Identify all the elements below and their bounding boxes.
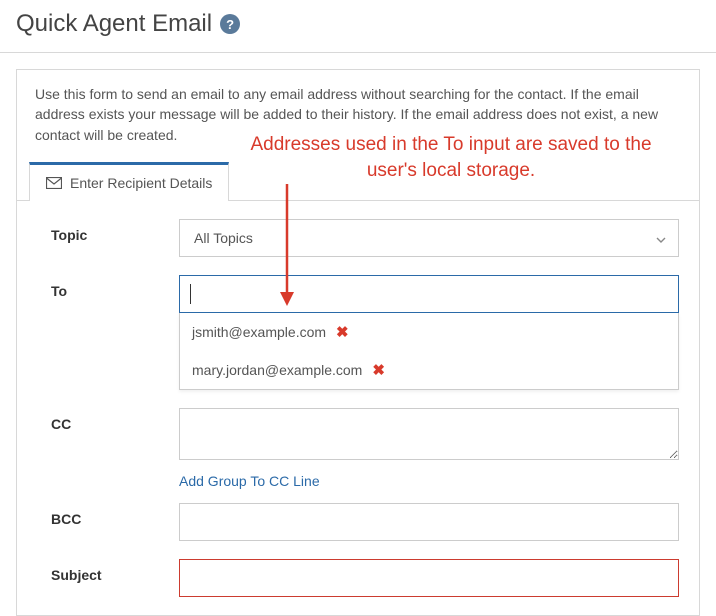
row-cc: CC xyxy=(51,408,679,463)
page-header: Quick Agent Email ? xyxy=(0,0,716,53)
page-title-text: Quick Agent Email xyxy=(16,10,212,38)
row-bcc: BCC xyxy=(51,503,679,541)
label-topic: Topic xyxy=(51,219,179,243)
close-icon[interactable]: ✖ xyxy=(372,361,385,379)
row-topic: Topic All Topics xyxy=(51,219,679,257)
to-suggestions: jsmith@example.com ✖ mary.jordan@example… xyxy=(179,313,679,390)
text-cursor xyxy=(190,284,191,304)
to-input[interactable] xyxy=(179,275,679,313)
row-to: To jsmith@example.com ✖ mary.jordan@exam… xyxy=(51,275,679,390)
tab-recipient-details[interactable]: Enter Recipient Details xyxy=(29,162,229,201)
suggestion-email: jsmith@example.com xyxy=(192,324,326,340)
tab-bar: Enter Recipient Details xyxy=(17,161,699,201)
add-group-cc-link[interactable]: Add Group To CC Line xyxy=(179,473,320,489)
row-cc-link: Add Group To CC Line xyxy=(51,469,679,489)
suggestion-item[interactable]: mary.jordan@example.com ✖ xyxy=(180,351,678,389)
envelope-icon xyxy=(46,177,62,189)
subject-input[interactable] xyxy=(179,559,679,597)
form-area: Topic All Topics To jsmith@example.com xyxy=(17,201,699,615)
label-subject: Subject xyxy=(51,559,179,583)
help-icon[interactable]: ? xyxy=(220,14,240,34)
panel: Use this form to send an email to any em… xyxy=(16,69,700,616)
close-icon[interactable]: ✖ xyxy=(336,323,349,341)
cc-input[interactable] xyxy=(179,408,679,460)
label-to: To xyxy=(51,275,179,299)
row-subject: Subject xyxy=(51,559,679,597)
label-bcc: BCC xyxy=(51,503,179,527)
topic-value: All Topics xyxy=(194,230,253,246)
tab-label: Enter Recipient Details xyxy=(70,175,212,191)
bcc-input[interactable] xyxy=(179,503,679,541)
suggestion-email: mary.jordan@example.com xyxy=(192,362,362,378)
label-cc: CC xyxy=(51,408,179,432)
intro-text: Use this form to send an email to any em… xyxy=(17,70,699,161)
topic-select[interactable]: All Topics xyxy=(179,219,679,257)
page-title: Quick Agent Email ? xyxy=(16,10,700,38)
suggestion-item[interactable]: jsmith@example.com ✖ xyxy=(180,313,678,351)
chevron-down-icon xyxy=(656,230,666,246)
